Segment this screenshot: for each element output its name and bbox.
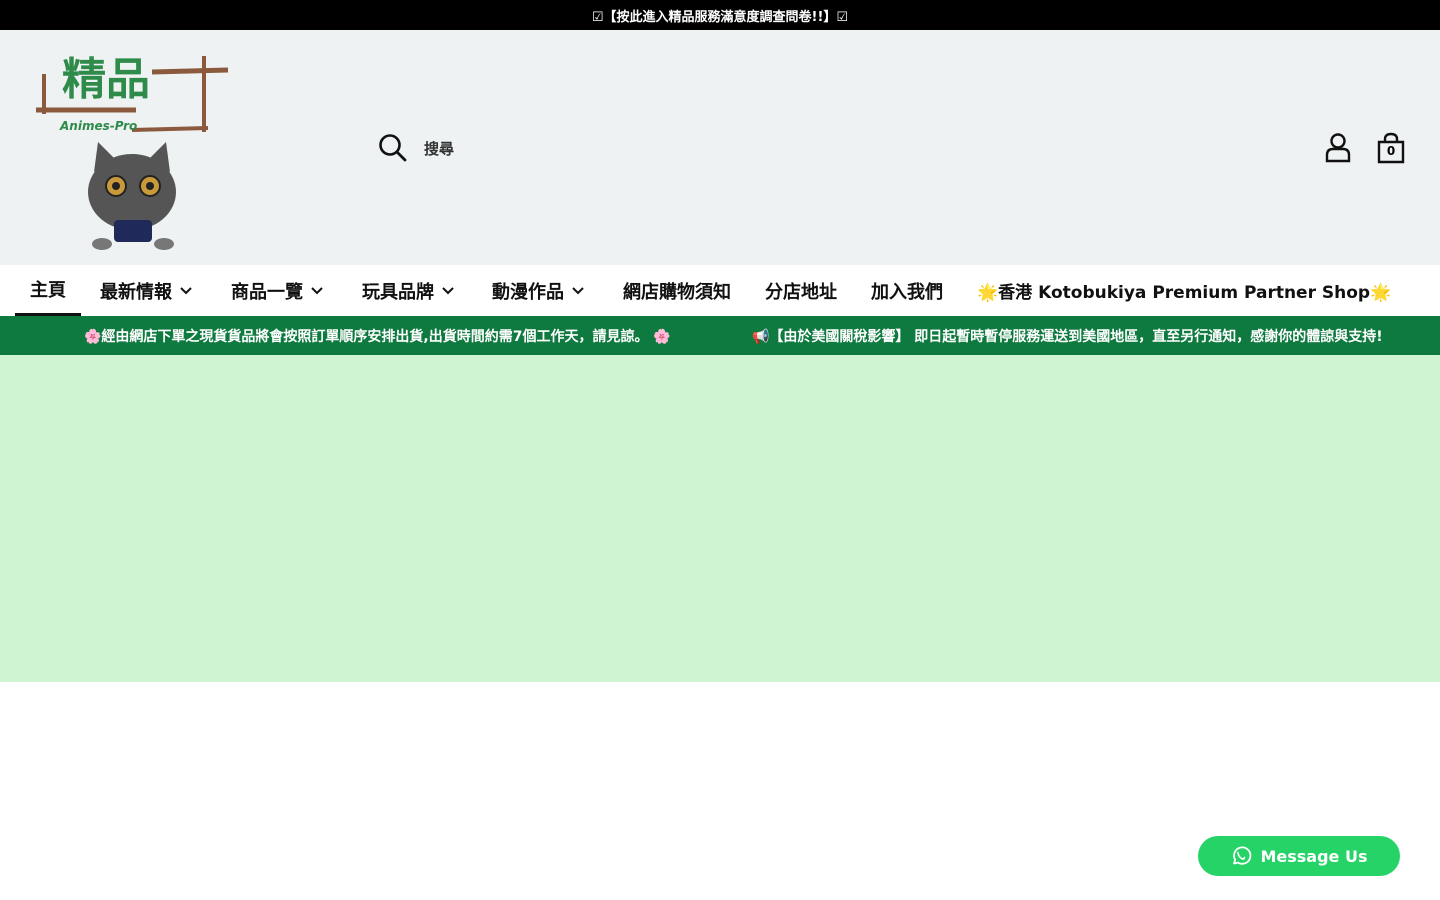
promo-message: 📢【由於美國關稅影響】 即日起暫時暫停服務運送到美國地區，直至另行通知，感謝你的…: [752, 328, 1383, 345]
whatsapp-icon: [1233, 846, 1252, 865]
nav-item-join-us[interactable]: 加入我們: [871, 265, 943, 316]
whatsapp-message-button[interactable]: Message Us: [1198, 836, 1400, 876]
nav-label: 最新情報: [100, 281, 172, 303]
announcement-bar[interactable]: ☑【按此進入精品服務滿意度調查問卷!!】☑: [0, 0, 1440, 30]
nav-item-toy-brands[interactable]: 玩具品牌: [362, 265, 454, 316]
chevron-down-icon: [180, 286, 192, 294]
promo-message: 🌸經由網店下單之現貨貨品將會按照訂單順序安排出貨,出貨時間約需7個工作天，請見諒…: [84, 328, 671, 345]
user-icon: [1325, 133, 1351, 163]
nav-item-anime-works[interactable]: 動漫作品: [492, 265, 584, 316]
nav-label: 分店地址: [765, 281, 837, 303]
nav-item-store-locations[interactable]: 分店地址: [765, 265, 837, 316]
search-icon[interactable]: [378, 133, 408, 163]
logo-title: 精品: [62, 54, 150, 105]
nav-item-latest-news[interactable]: 最新情報: [100, 265, 192, 316]
store-logo[interactable]: 精品 Animes-Pro: [32, 44, 234, 252]
nav-item-home[interactable]: 主頁: [15, 265, 81, 316]
promo-bar: 🌸經由網店下單之現貨貨品將會按照訂單順序安排出貨,出貨時間約需7個工作天，請見諒…: [0, 316, 1440, 355]
nav-label: 主頁: [30, 280, 66, 301]
nav-item-products[interactable]: 商品一覽: [231, 265, 323, 316]
announcement-link[interactable]: ☑【按此進入精品服務滿意度調查問卷!!】☑: [592, 6, 848, 25]
hero-banner: [0, 355, 1440, 682]
logo-subtitle: Animes-Pro: [59, 119, 137, 133]
search-bar[interactable]: 搜尋: [378, 133, 454, 163]
chevron-down-icon: [572, 286, 584, 294]
nav-item-shopping-guide[interactable]: 網店購物須知: [623, 265, 731, 316]
cart-button[interactable]: 0: [1374, 131, 1408, 165]
account-button[interactable]: [1322, 131, 1354, 163]
whatsapp-label: Message Us: [1260, 846, 1368, 866]
cart-count: 0: [1386, 144, 1396, 158]
chevron-down-icon: [311, 286, 323, 294]
nav-label: 加入我們: [871, 281, 943, 303]
chevron-down-icon: [442, 286, 454, 294]
nav-label: 玩具品牌: [362, 281, 434, 303]
nav-label: 商品一覽: [231, 281, 303, 303]
nav-label: 🌟香港 Kotobukiya Premium Partner Shop🌟: [977, 283, 1392, 303]
nav-label: 網店購物須知: [623, 281, 731, 303]
site-header: 精品 Animes-Pro 搜尋 0: [0, 30, 1440, 265]
nav-item-kotobukiya[interactable]: 🌟香港 Kotobukiya Premium Partner Shop🌟: [977, 265, 1391, 316]
search-label[interactable]: 搜尋: [424, 138, 454, 159]
logo-image: 精品 Animes-Pro: [36, 54, 229, 250]
nav-label: 動漫作品: [492, 281, 564, 303]
main-nav: 主頁 最新情報 商品一覽 玩具品牌 動漫作品 網店購物須知 分店地址 加入我們 …: [0, 265, 1440, 316]
